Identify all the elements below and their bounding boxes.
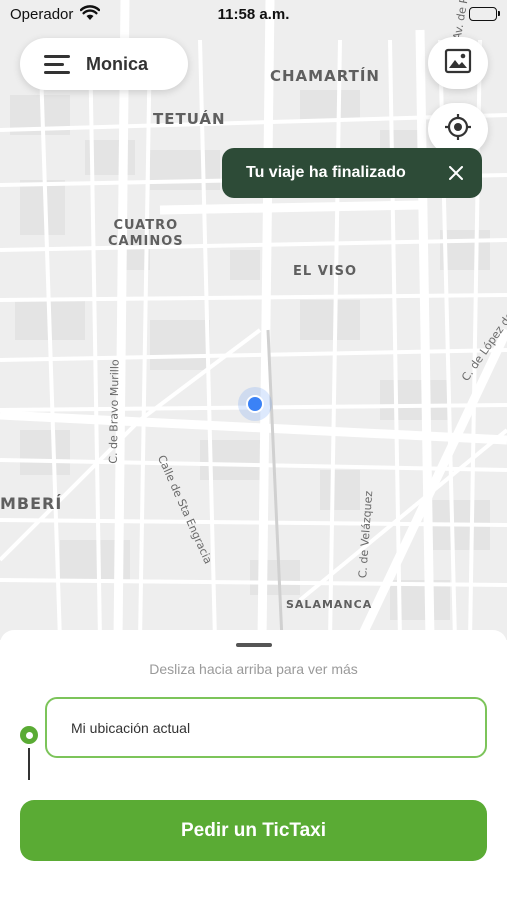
district-label-cuatro-caminos: CUATRO CAMINOS xyxy=(108,218,184,250)
street-label-bravo-murillo: C. de Bravo Murillo xyxy=(106,359,122,464)
user-menu-button[interactable]: Monica xyxy=(20,38,188,90)
request-taxi-label: Pedir un TicTaxi xyxy=(180,819,326,841)
sheet-drag-handle[interactable] xyxy=(236,643,272,647)
user-name: Monica xyxy=(86,53,149,74)
swipe-hint: Desliza hacia arriba para ver más xyxy=(149,661,358,677)
origin-location-field[interactable]: Mi ubicación actual xyxy=(45,697,487,758)
district-label-chamartin: CHAMARTÍN xyxy=(270,67,380,85)
route-connector-line xyxy=(28,748,30,780)
trip-finished-toast: Tu viaje ha finalizado xyxy=(222,148,482,198)
status-time: 11:58 a.m. xyxy=(217,6,290,23)
origin-marker-icon xyxy=(20,726,38,744)
request-taxi-button[interactable]: Pedir un TicTaxi xyxy=(20,800,487,861)
origin-location-value: Mi ubicación actual xyxy=(71,719,191,736)
map-streets-layer xyxy=(0,0,507,640)
current-location-dot xyxy=(246,395,264,413)
close-icon[interactable] xyxy=(444,161,468,185)
battery-icon xyxy=(469,7,500,21)
status-bar: Operador 11:58 a.m. xyxy=(0,0,507,28)
gallery-button[interactable] xyxy=(428,37,488,89)
district-label-chamberi: MBERÍ xyxy=(0,494,63,513)
district-label-salamanca: SALAMANCA xyxy=(286,598,373,611)
menu-icon[interactable] xyxy=(44,54,70,74)
district-label-tetuan: TETUÁN xyxy=(153,110,226,128)
crosshair-icon xyxy=(444,113,472,146)
map-view[interactable]: CHAMARTÍN TETUÁN CUATRO CAMINOS EL VISO … xyxy=(0,0,507,640)
toast-message: Tu viaje ha finalizado xyxy=(246,164,406,181)
current-location-marker xyxy=(238,387,272,421)
district-label-el-viso: EL VISO xyxy=(293,264,358,279)
image-icon xyxy=(444,48,472,79)
bottom-sheet[interactable]: Desliza hacia arriba para ver más Mi ubi… xyxy=(0,630,507,900)
